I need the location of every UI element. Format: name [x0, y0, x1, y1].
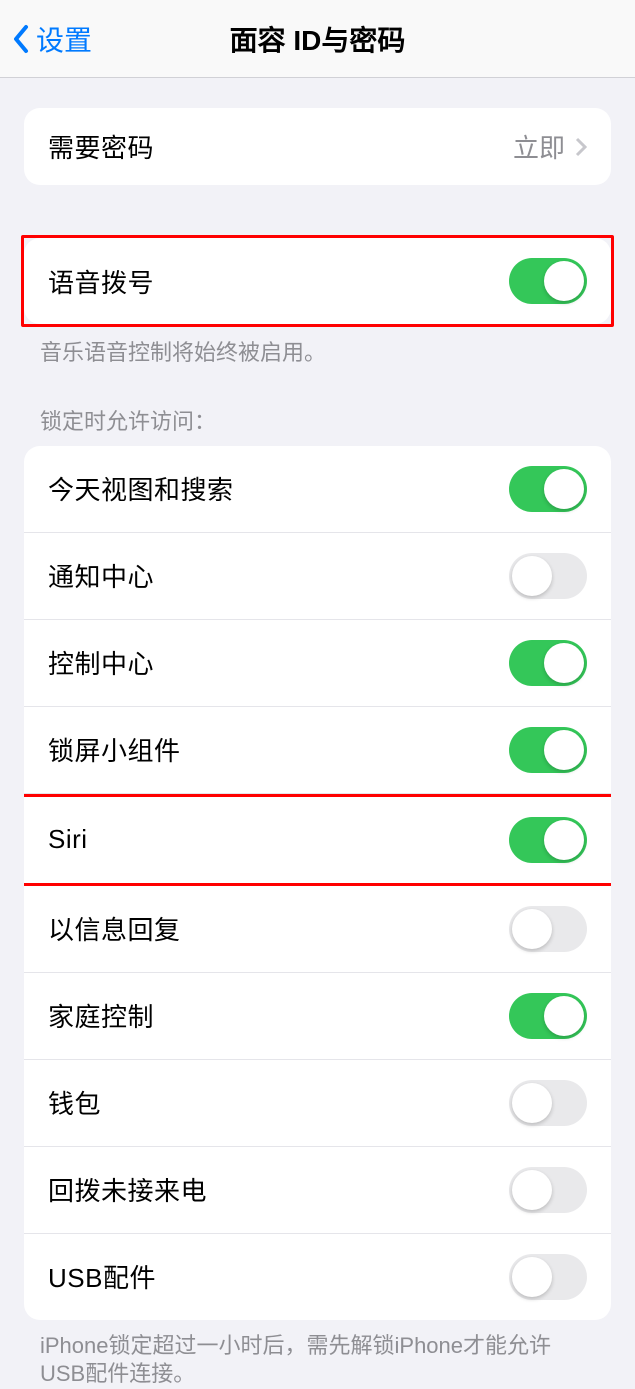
voice-dial-footer: 音乐语音控制将始终被启用。 — [0, 327, 635, 368]
lock-access-row: 以信息回复 — [24, 886, 611, 973]
lock-access-label: 通知中心 — [48, 557, 154, 594]
lock-access-label: 以信息回复 — [48, 910, 181, 947]
lock-access-row: 钱包 — [24, 1060, 611, 1147]
lock-access-label: 家庭控制 — [48, 997, 154, 1034]
back-button[interactable]: 设置 — [0, 19, 92, 59]
lock-access-row: 今天视图和搜索 — [24, 446, 611, 533]
lock-access-label: 锁屏小组件 — [48, 731, 181, 768]
lock-access-label: 今天视图和搜索 — [48, 470, 234, 507]
lock-access-toggle[interactable] — [509, 640, 587, 686]
lock-access-toggle[interactable] — [509, 1167, 587, 1213]
lock-access-label: USB配件 — [48, 1258, 156, 1295]
lock-access-list: 今天视图和搜索通知中心控制中心锁屏小组件 Siri 以信息回复家庭控制钱包回拨未接来… — [24, 446, 611, 1320]
lock-access-row: 回拨未接来电 — [24, 1147, 611, 1234]
lock-access-toggle[interactable] — [509, 993, 587, 1039]
lock-access-toggle[interactable] — [509, 817, 587, 863]
chevron-right-icon — [575, 137, 587, 157]
lock-access-label: 控制中心 — [48, 644, 154, 681]
navigation-header: 设置 面容 ID与密码 — [0, 0, 635, 78]
lock-access-toggle[interactable] — [509, 553, 587, 599]
require-passcode-label: 需要密码 — [48, 128, 154, 165]
lock-access-toggle[interactable] — [509, 906, 587, 952]
lock-access-row: USB配件 — [24, 1234, 611, 1320]
lock-access-label: 回拨未接来电 — [48, 1171, 207, 1208]
lock-access-label: 钱包 — [48, 1084, 101, 1121]
back-label: 设置 — [36, 19, 92, 59]
voice-dial-row: 语音拨号 — [24, 238, 611, 324]
require-passcode-value: 立即 — [513, 128, 565, 165]
lock-access-toggle[interactable] — [509, 466, 587, 512]
chevron-left-icon — [12, 24, 30, 54]
voice-dial-toggle[interactable] — [509, 258, 587, 304]
lock-access-row: Siri — [24, 794, 611, 886]
lock-access-row: 控制中心 — [24, 620, 611, 707]
lock-access-row: 通知中心 — [24, 533, 611, 620]
lock-access-header: 锁定时允许访问： — [0, 404, 635, 446]
lock-access-label: Siri — [48, 824, 88, 855]
voice-dial-label: 语音拨号 — [48, 263, 154, 300]
lock-access-footer: iPhone锁定超过一小时后，需先解锁iPhone才能允许USB配件连接。 — [0, 1320, 635, 1389]
lock-access-row: 锁屏小组件 — [24, 707, 611, 794]
lock-access-row: 家庭控制 — [24, 973, 611, 1060]
page-title: 面容 ID与密码 — [230, 19, 406, 59]
require-passcode-row[interactable]: 需要密码 立即 — [24, 108, 611, 185]
lock-access-toggle[interactable] — [509, 1254, 587, 1300]
highlight-voice-dial: 语音拨号 — [21, 235, 614, 327]
lock-access-toggle[interactable] — [509, 1080, 587, 1126]
lock-access-toggle[interactable] — [509, 727, 587, 773]
